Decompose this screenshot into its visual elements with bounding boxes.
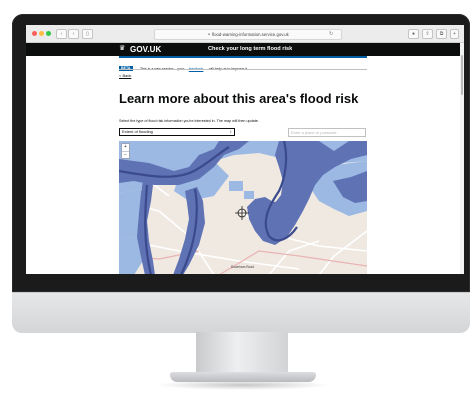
crown-icon: ♛	[119, 45, 126, 52]
zoom-in-button[interactable]: +	[122, 144, 129, 152]
download-icon[interactable]: ●	[408, 29, 419, 39]
intro-text: Select the type of flood risk informatio…	[119, 119, 259, 123]
govuk-header: ♛ GOV.UK Check your long term flood risk	[26, 43, 464, 56]
chevron-right-icon[interactable]: ›	[68, 29, 79, 39]
tabs-icon[interactable]: ⧉	[436, 29, 447, 39]
flood-map-graphic	[119, 141, 367, 274]
chevron-left-icon[interactable]: ‹	[56, 29, 67, 39]
sidebar-icon[interactable]: ▯	[82, 29, 93, 39]
zoom-out-button[interactable]: −	[122, 152, 129, 159]
url-text: flood-warning-information.service.gov.uk	[211, 32, 289, 37]
page-title: Learn more about this area's flood risk	[119, 91, 359, 106]
close-window-button[interactable]	[32, 31, 37, 36]
beta-banner: BETA This is a new service – your feedba…	[119, 60, 248, 72]
reload-icon[interactable]: ↻	[329, 29, 333, 39]
back-link[interactable]: < Back	[119, 73, 131, 78]
map-street-label: Downham Road	[231, 265, 254, 269]
screen: ‹ › ▯ ⚬ flood-warning-information.servic…	[26, 25, 464, 274]
monitor-stand-neck	[196, 332, 288, 376]
monitor-stand-base	[170, 372, 316, 382]
new-tab-icon[interactable]: +	[450, 29, 459, 39]
share-icon[interactable]: ⇧	[422, 29, 433, 39]
flood-map[interactable]: + − Downham Road	[119, 141, 367, 274]
header-accent-line	[119, 56, 367, 58]
page-scrollbar[interactable]	[460, 43, 464, 274]
minimize-window-button[interactable]	[39, 31, 44, 36]
select-arrows-icon: ↕	[229, 129, 232, 134]
place-search-input[interactable]: Enter a place or postcode	[288, 128, 366, 137]
scrollbar-thumb[interactable]	[461, 55, 463, 95]
flood-type-select[interactable]: Extent of flooding ↕	[119, 128, 235, 136]
select-value: Extent of flooding	[122, 129, 153, 134]
lock-icon: ⚬	[207, 32, 211, 37]
search-placeholder: Enter a place or postcode	[291, 130, 337, 135]
url-bar[interactable]: ⚬ flood-warning-information.service.gov.…	[154, 29, 342, 40]
monitor-chin	[12, 292, 470, 333]
maximize-window-button[interactable]	[46, 31, 51, 36]
browser-toolbar: ‹ › ▯ ⚬ flood-warning-information.servic…	[26, 25, 464, 43]
beta-divider	[119, 69, 367, 70]
zoom-control: + −	[121, 143, 130, 159]
service-name[interactable]: Check your long term flood risk	[208, 44, 292, 55]
govuk-logo[interactable]: GOV.UK	[130, 44, 161, 55]
